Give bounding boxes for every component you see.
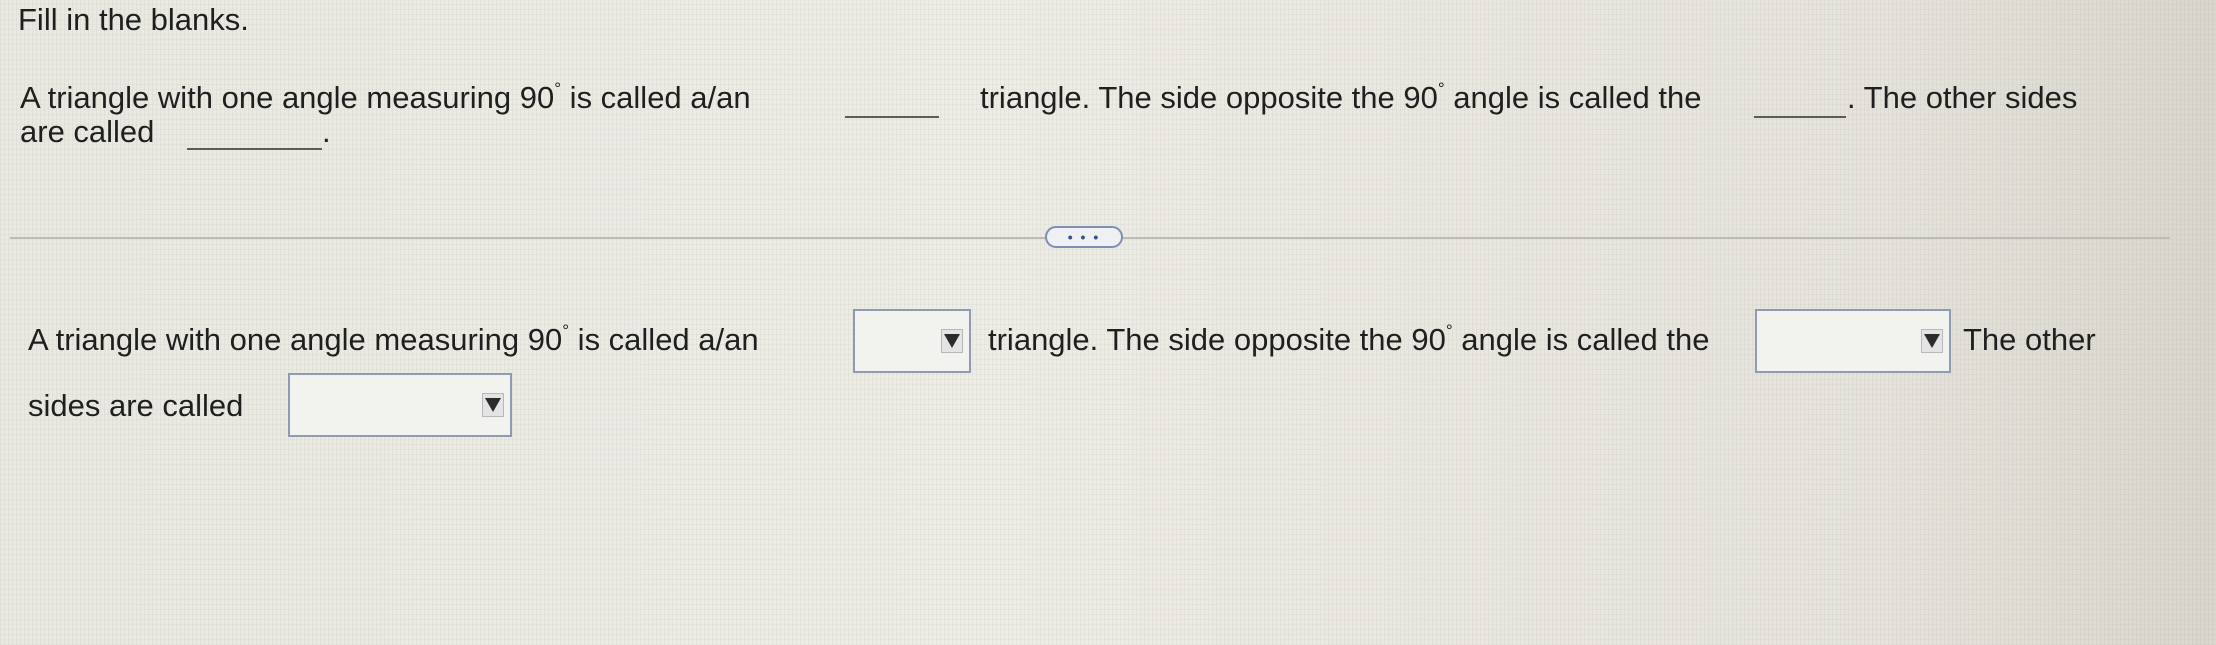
- question-text: A triangle with one angle measuring 90° …: [20, 78, 2170, 158]
- answer-segment: triangle. The side opposite the 90° angl…: [988, 320, 1709, 360]
- answer-text-part: is called a/an: [569, 322, 759, 357]
- question-text-part: angle is called the: [1444, 80, 1702, 115]
- question-line-1: A triangle with one angle measuring 90° …: [20, 78, 2170, 118]
- question-segment: triangle. The side opposite the 90° angl…: [980, 78, 1701, 118]
- triangle-down-icon[interactable]: [482, 393, 504, 417]
- hypotenuse-dropdown[interactable]: [1755, 309, 1951, 373]
- degree-symbol: °: [1445, 321, 1453, 340]
- more-button[interactable]: • • •: [1045, 226, 1123, 248]
- answer-segment: sides are called: [28, 388, 244, 423]
- question-line-2: are called .: [20, 114, 2170, 158]
- question-segment: . The other sides: [1847, 80, 2078, 115]
- question-segment: .: [322, 114, 331, 149]
- triangle-type-dropdown[interactable]: [853, 309, 971, 373]
- answer-text-part: A triangle with one angle measuring 90: [28, 322, 563, 357]
- triangle-down-icon[interactable]: [1921, 329, 1943, 353]
- triangle-down-icon[interactable]: [941, 329, 963, 353]
- degree-symbol: °: [1437, 79, 1445, 98]
- answer-segment: A triangle with one angle measuring 90° …: [28, 320, 759, 360]
- page: Fill in the blanks. A triangle with one …: [0, 0, 2216, 645]
- blank-3: [187, 148, 322, 150]
- question-segment: are called: [20, 114, 155, 149]
- question-text-part: is called a/an: [561, 80, 751, 115]
- answer-text-part: angle is called the: [1452, 322, 1710, 357]
- question-text-part: A triangle with one angle measuring 90: [20, 80, 555, 115]
- answer-text-part: triangle. The side opposite the 90: [988, 322, 1446, 357]
- other-sides-dropdown[interactable]: [288, 373, 512, 437]
- question-text-part: triangle. The side opposite the 90: [980, 80, 1438, 115]
- instructions-text: Fill in the blanks.: [18, 2, 249, 37]
- answer-segment: The other: [1963, 322, 2096, 357]
